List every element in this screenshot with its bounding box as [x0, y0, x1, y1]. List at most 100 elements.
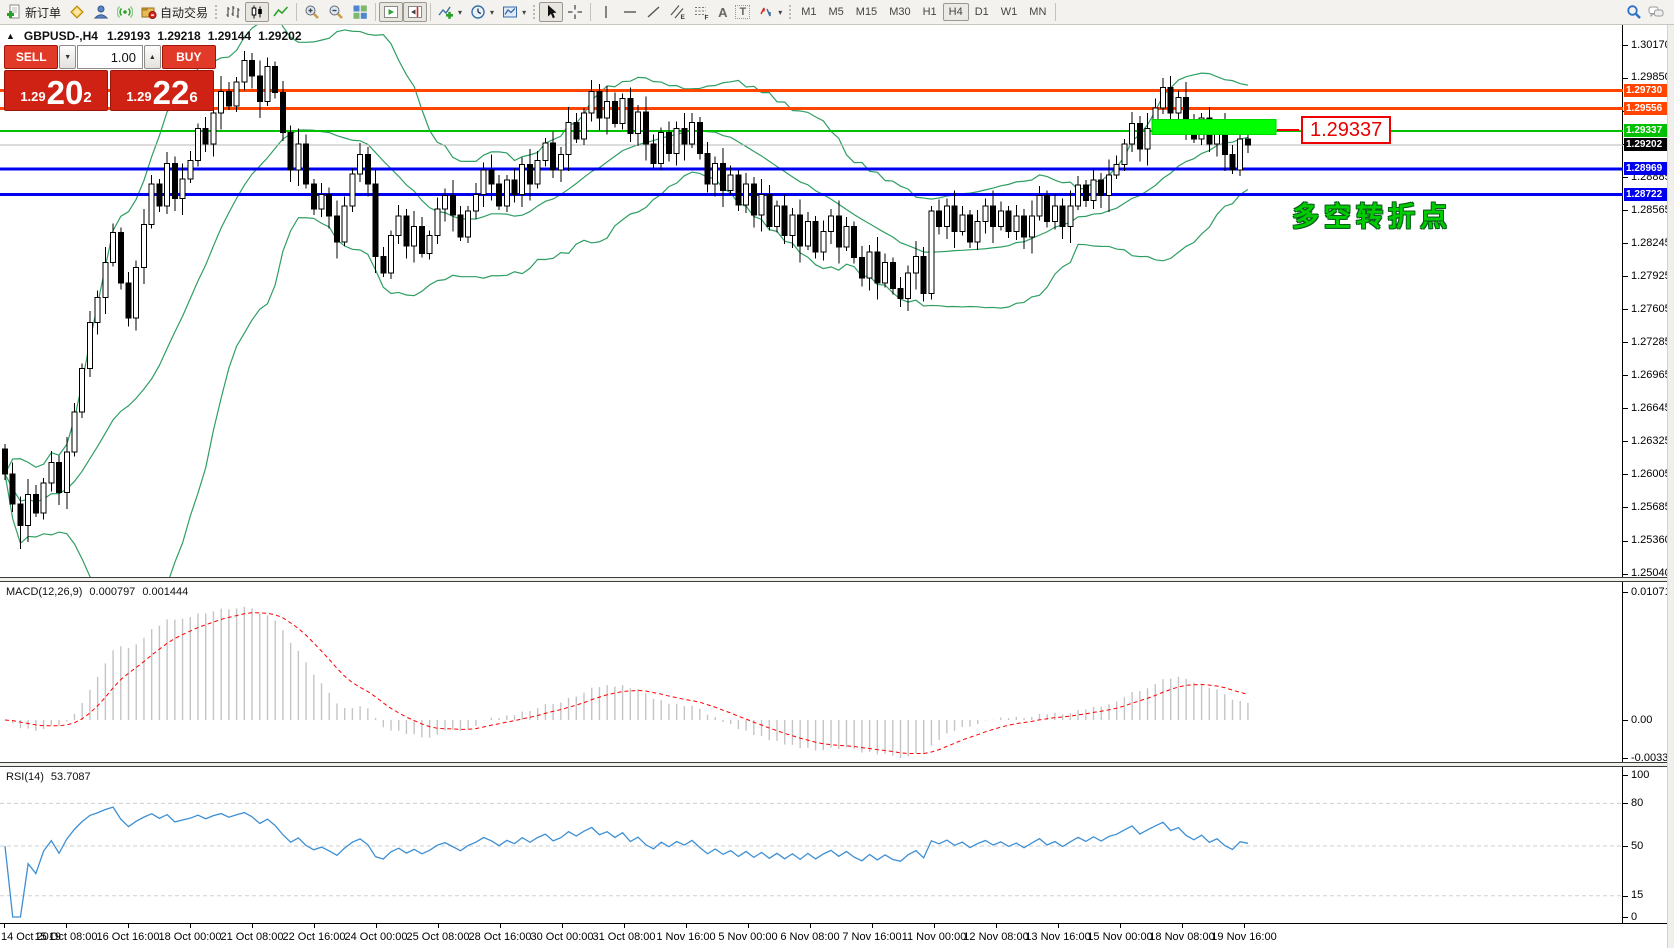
toolbar-grip[interactable]: [214, 4, 219, 20]
zoom-out-button[interactable]: [324, 2, 348, 22]
chinese-note-text[interactable]: 多空转折点: [1292, 195, 1452, 234]
rsi-plot-area[interactable]: [0, 767, 1623, 923]
zoom-in-icon: [304, 4, 320, 20]
periods-caret-icon[interactable]: ▾: [490, 8, 494, 17]
time-axis-tick: [934, 924, 935, 928]
tab-timeframe-d1[interactable]: D1: [969, 3, 995, 21]
templates-button[interactable]: ▾: [498, 2, 530, 22]
auto-trading-button[interactable]: 自动交易: [137, 2, 212, 22]
tab-timeframe-m5[interactable]: M5: [823, 3, 850, 21]
arrows-tool-button[interactable]: ▾: [754, 2, 786, 22]
price-axis-label: 1.25040: [1631, 567, 1671, 579]
price-tag: 1.28722: [1624, 188, 1672, 201]
volume-decrease-button[interactable]: ▼: [59, 45, 76, 69]
indicators-caret-icon[interactable]: ▾: [458, 8, 462, 17]
volume-input[interactable]: [77, 45, 143, 69]
zoom-in-button[interactable]: [300, 2, 324, 22]
channel-tool-button[interactable]: E: [666, 2, 690, 22]
toolbar-grip[interactable]: [788, 4, 793, 20]
axis-tick: [1623, 775, 1628, 776]
market-news-button[interactable]: [113, 2, 137, 22]
time-axis-tick: [1058, 924, 1059, 928]
chart-shift-icon: [407, 4, 423, 20]
tab-timeframe-h1[interactable]: H1: [917, 3, 943, 21]
macd-plot-area[interactable]: [0, 582, 1623, 762]
axis-tick: [1623, 917, 1628, 918]
price-axis-label: 1.26645: [1631, 402, 1671, 414]
line-chart-mode-button[interactable]: [269, 2, 293, 22]
new-order-icon: [6, 4, 22, 20]
quote-alert-button[interactable]: [65, 2, 89, 22]
collapse-panel-icon[interactable]: ▲: [6, 31, 15, 41]
price-tag: 1.29556: [1624, 102, 1672, 115]
time-axis-label: 22 Oct 16:00: [283, 931, 346, 943]
periods-button[interactable]: ▾: [466, 2, 498, 22]
time-axis-tick: [500, 924, 501, 928]
candlestick-mode-button[interactable]: [245, 2, 269, 22]
tab-timeframe-m15[interactable]: M15: [850, 3, 883, 21]
time-axis-label: 5 Nov 00:00: [718, 931, 777, 943]
axis-tick: [1623, 177, 1628, 178]
price-axis-label: 1.26965: [1631, 369, 1671, 381]
time-axis-tick: [66, 924, 67, 928]
sell-button[interactable]: SELL: [4, 45, 58, 69]
time-axis-tick: [4, 924, 5, 928]
macd-chart: [0, 582, 1623, 762]
time-axis[interactable]: 14 Oct 201915 Oct 08:0016 Oct 16:0018 Oc…: [0, 923, 1674, 948]
time-axis-label: 31 Oct 08:00: [593, 931, 656, 943]
ohlc-close: 1.29202: [258, 29, 301, 43]
new-order-button[interactable]: 新订单: [2, 2, 65, 22]
price-tag: 1.28969: [1624, 162, 1672, 175]
rsi-label-row: RSI(14) 53.7087: [6, 771, 91, 783]
tab-timeframe-m1[interactable]: M1: [795, 3, 822, 21]
tab-timeframe-mn[interactable]: MN: [1023, 3, 1052, 21]
price-callout-label[interactable]: 1.29337: [1301, 116, 1391, 144]
tab-timeframe-h4[interactable]: H4: [943, 3, 969, 21]
price-plot-area[interactable]: [0, 25, 1623, 577]
bar-chart-mode-button[interactable]: [221, 2, 245, 22]
axis-tick: [1623, 507, 1628, 508]
profile-button[interactable]: [89, 2, 113, 22]
callout-connector-line: [1277, 129, 1299, 131]
horizontal-line-tool-button[interactable]: [618, 2, 642, 22]
tab-timeframe-m30[interactable]: M30: [883, 3, 916, 21]
signal-icon: [117, 4, 133, 20]
price-axis-label: 1.26005: [1631, 468, 1671, 480]
search-icon[interactable]: [1626, 4, 1642, 20]
rsi-axis-label: 100: [1631, 769, 1649, 781]
axis-tick: [1623, 474, 1628, 475]
tab-timeframe-w1[interactable]: W1: [995, 3, 1024, 21]
chat-icon[interactable]: [1648, 4, 1664, 20]
auto-scroll-button[interactable]: [379, 2, 403, 22]
toolbar-grip[interactable]: [532, 4, 537, 20]
window-edge-scrollbar[interactable]: [1667, 25, 1674, 948]
time-axis-label: 11 Nov 00:00: [902, 931, 967, 943]
price-axis-label: 1.29850: [1631, 71, 1671, 83]
chart-shift-button[interactable]: [403, 2, 427, 22]
volume-increase-button[interactable]: ▲: [144, 45, 161, 69]
text-tool-button[interactable]: A: [714, 2, 731, 22]
macd-panel: MACD(12,26,9) 0.000797 0.001444 0.010713…: [0, 582, 1674, 762]
new-order-label: 新订单: [25, 4, 61, 21]
tile-windows-button[interactable]: [348, 2, 372, 22]
price-tag: 1.29202: [1624, 138, 1672, 151]
axis-tick: [1623, 803, 1628, 804]
sell-price-box[interactable]: 1.29 20 2: [4, 70, 108, 111]
indicators-button[interactable]: ▾: [434, 2, 466, 22]
chart-workspace: ▲ GBPUSD-,H4 1.29193 1.29218 1.29144 1.2…: [0, 25, 1674, 948]
vertical-line-tool-button[interactable]: [594, 2, 618, 22]
buy-price-pipette: 6: [189, 89, 197, 106]
arrows-caret-icon[interactable]: ▾: [778, 8, 782, 17]
svg-text:E: E: [681, 14, 686, 20]
buy-button[interactable]: BUY: [162, 45, 216, 69]
auto-trading-label: 自动交易: [160, 4, 208, 21]
cursor-tool-button[interactable]: [539, 2, 563, 22]
text-label-tool-button[interactable]: T: [731, 2, 754, 22]
fibonacci-tool-button[interactable]: F: [690, 2, 714, 22]
macd-label-row: MACD(12,26,9) 0.000797 0.001444: [6, 586, 188, 598]
axis-tick: [1623, 342, 1628, 343]
templates-caret-icon[interactable]: ▾: [522, 8, 526, 17]
crosshair-tool-button[interactable]: [563, 2, 587, 22]
trendline-tool-button[interactable]: [642, 2, 666, 22]
buy-price-box[interactable]: 1.29 22 6: [110, 70, 214, 111]
